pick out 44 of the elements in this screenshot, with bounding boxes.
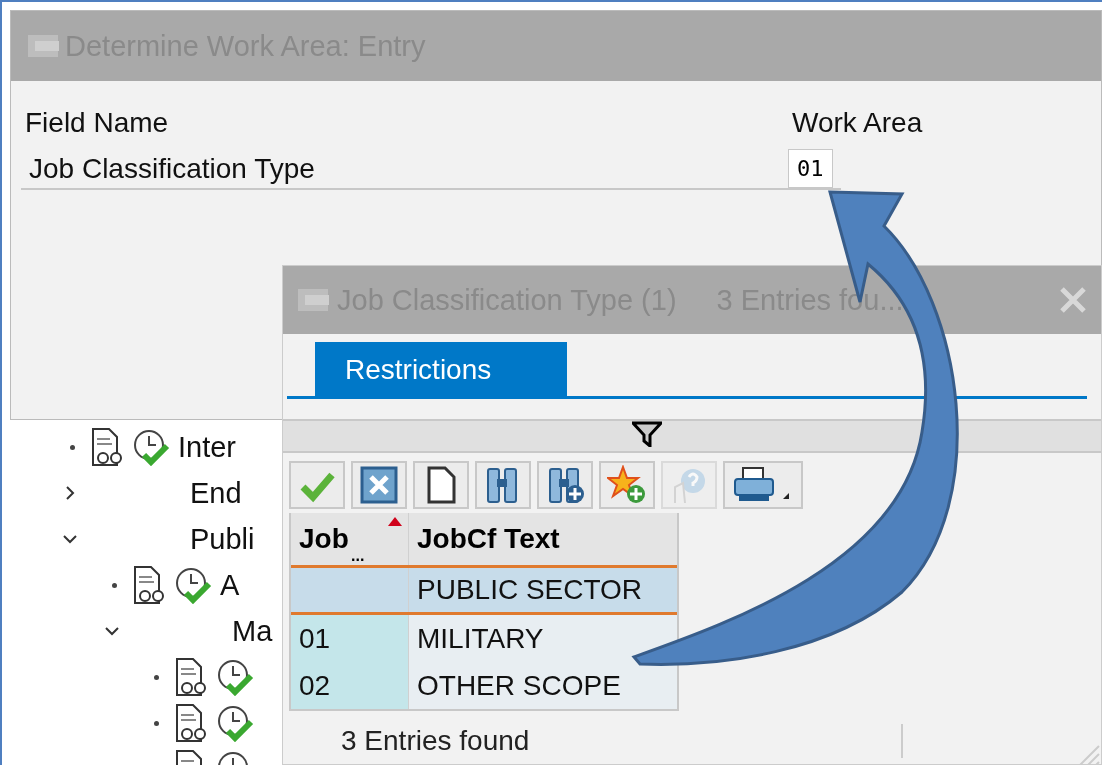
bullet-icon — [154, 720, 159, 726]
clock-check-icon — [216, 704, 254, 742]
tab[interactable]: Restrictions — [315, 342, 568, 396]
input-field[interactable]: 01 — [788, 149, 833, 188]
close-icon — [359, 465, 399, 505]
page-button[interactable] — [413, 461, 469, 509]
column-header: Field Name — [24, 107, 170, 139]
field-label: Job Classification Type — [28, 152, 316, 185]
clock-check-icon — [216, 658, 254, 696]
tree-item[interactable]: Publi — [190, 522, 255, 556]
tree-item[interactable]: End — [190, 476, 242, 510]
table-cell: 01 — [291, 615, 409, 662]
document-glasses-icon — [90, 427, 124, 467]
star-plus-icon — [607, 465, 647, 505]
find-button[interactable] — [475, 461, 531, 509]
favorite-button[interactable] — [599, 461, 655, 509]
tree-item[interactable]: Ma — [232, 614, 273, 648]
tree-item[interactable]: A — [220, 568, 240, 602]
column-header: Work Area — [791, 107, 923, 139]
table-cell-text: PUBLIC SECTOR — [416, 573, 644, 607]
find-more-button[interactable] — [537, 461, 593, 509]
document-glasses-icon — [174, 703, 208, 743]
clock-check-icon — [174, 566, 212, 604]
document-glasses-icon — [132, 565, 166, 605]
table-row[interactable]: 02 OTHER SCOPE — [291, 662, 677, 709]
table-cell-text: OTHER SCOPE — [416, 668, 622, 703]
document-glasses-icon — [174, 657, 208, 697]
bullet-icon — [154, 674, 159, 680]
print-button[interactable] — [723, 461, 803, 509]
column-header[interactable]: Job... — [291, 513, 409, 565]
column-header[interactable]: JobCf Text — [409, 513, 677, 565]
table-cell-text: MILITARY — [416, 621, 545, 656]
table-row[interactable]: PUBLIC SECTOR — [291, 568, 677, 615]
cancel-button[interactable] — [351, 461, 407, 509]
bullet-icon — [70, 444, 75, 450]
status-text: 3 Entries found — [340, 725, 531, 757]
clock-check-icon — [132, 428, 170, 466]
window-icon — [297, 287, 331, 313]
tree-item[interactable]: Inter — [178, 430, 237, 464]
table-cell: 02 — [291, 662, 409, 709]
table-row[interactable]: 01 MILITARY — [291, 615, 677, 662]
check-button[interactable] — [289, 461, 345, 509]
window-icon — [27, 33, 61, 59]
bullet-icon — [112, 582, 117, 588]
